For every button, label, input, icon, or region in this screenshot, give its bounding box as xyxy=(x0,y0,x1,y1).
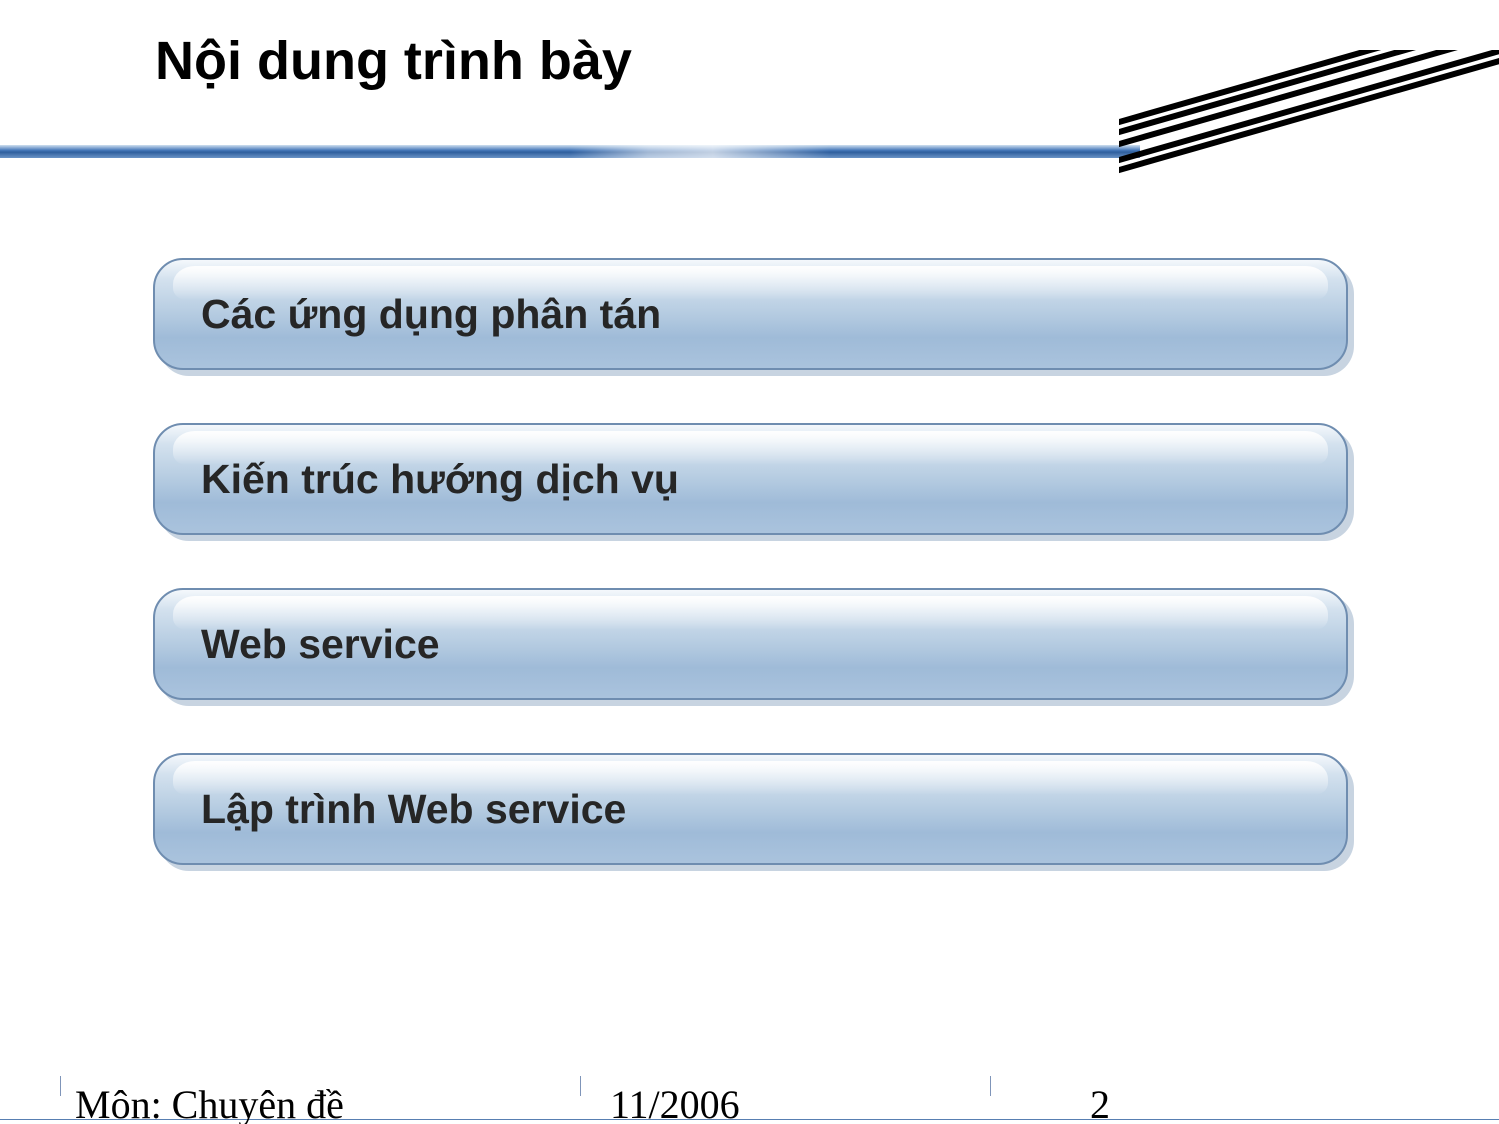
item-label: Web service xyxy=(201,621,440,668)
header-decoration xyxy=(0,140,1499,164)
footer: Môn: Chuyên đề 11/2006 2 xyxy=(0,1080,1499,1124)
item-label: Các ứng dụng phân tán xyxy=(201,291,661,338)
item-label: Kiến trúc hướng dịch vụ xyxy=(201,456,679,503)
footer-date: 11/2006 xyxy=(610,1081,740,1124)
item-web-service: Web service xyxy=(153,588,1348,700)
item-ws-programming: Lập trình Web service xyxy=(153,753,1348,865)
slide: Nội dung trình bày Các ứng dụng phân tán… xyxy=(0,0,1499,1124)
content-list: Các ứng dụng phân tán Kiến trúc hướng dị… xyxy=(153,258,1348,918)
item-soa: Kiến trúc hướng dịch vụ xyxy=(153,423,1348,535)
footer-course: Môn: Chuyên đề xyxy=(75,1081,344,1124)
item-label: Lập trình Web service xyxy=(201,786,626,833)
slide-title: Nội dung trình bày xyxy=(155,30,632,92)
footer-page: 2 xyxy=(1090,1081,1110,1124)
item-distributed-apps: Các ứng dụng phân tán xyxy=(153,258,1348,370)
